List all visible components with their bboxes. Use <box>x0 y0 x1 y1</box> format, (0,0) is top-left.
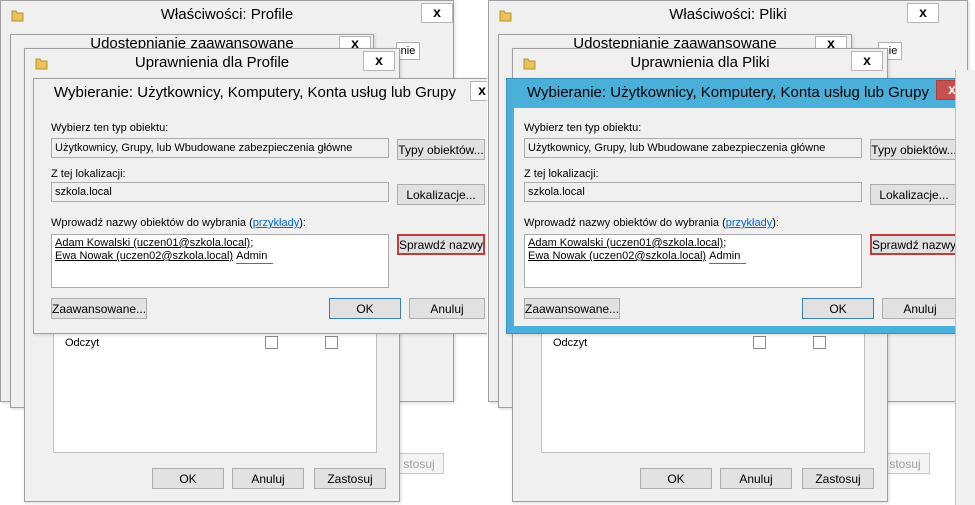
location-label: Z tej lokalizacji: <box>51 168 126 180</box>
chooser-title: Wybieranie: Użytkownicy, Komputery, Kont… <box>527 84 929 101</box>
right-panel: Właściwości: Pliki x Udostępnianie zaawa… <box>488 0 975 505</box>
permissions-title: Uprawnienia dla Pliki <box>630 54 770 71</box>
object-types-button[interactable]: Typy obiektów... <box>397 139 485 160</box>
advanced-button[interactable]: Zaawansowane... <box>51 298 147 319</box>
check-names-button[interactable]: Sprawdź nazwy <box>870 234 958 255</box>
object-type-label: Wybierz ten typ obiektu: <box>51 122 169 134</box>
cancel-button[interactable]: Anuluj <box>409 298 485 319</box>
advanced-button[interactable]: Zaawansowane... <box>524 298 620 319</box>
chooser-body: Wybierz ten typ obiektu: Użytkownicy, Gr… <box>41 108 485 326</box>
deny-checkbox[interactable] <box>325 336 338 349</box>
permissions-list <box>541 331 865 453</box>
window-edge <box>955 70 975 505</box>
resolved-entry: Adam Kowalski (uczen01@szkola.local) <box>55 237 251 249</box>
ok-button[interactable]: OK <box>640 468 712 489</box>
close-button[interactable]: x <box>907 3 939 23</box>
properties-title: Właściwości: Profile <box>160 6 294 23</box>
location-field: szkola.local <box>51 182 389 202</box>
close-icon: x <box>375 52 383 68</box>
close-icon: x <box>863 52 871 68</box>
close-icon: x <box>433 4 441 20</box>
locations-button[interactable]: Lokalizacje... <box>397 184 485 205</box>
apply-button-behind: stosuj <box>394 453 444 474</box>
location-label: Z tej lokalizacji: <box>524 168 599 180</box>
object-types-button[interactable]: Typy obiektów... <box>870 139 958 160</box>
close-button[interactable]: x <box>363 51 395 71</box>
names-label: Wprowadź nazwy obiektów do wybrania (prz… <box>524 217 779 229</box>
allow-checkbox[interactable] <box>265 336 278 349</box>
permissions-list <box>53 331 377 453</box>
check-names-button[interactable]: Sprawdź nazwy <box>397 234 485 255</box>
permission-label: Odczyt <box>65 337 100 349</box>
ok-button[interactable]: OK <box>802 298 874 319</box>
resolved-entry: Ewa Nowak (uczen02@szkola.local) <box>55 250 234 262</box>
close-icon: x <box>919 4 927 20</box>
close-button[interactable]: x <box>421 3 453 23</box>
deny-checkbox[interactable] <box>813 336 826 349</box>
examples-link[interactable]: przykłady <box>253 217 299 229</box>
unresolved-entry: Admin <box>236 250 274 264</box>
select-users-dialog: Wybieranie: Użytkownicy, Komputery, Kont… <box>33 78 487 334</box>
names-label: Wprowadź nazwy obiektów do wybrania (prz… <box>51 217 306 229</box>
close-button[interactable]: x <box>470 81 487 101</box>
close-icon: x <box>478 82 486 98</box>
close-button[interactable]: x <box>851 51 883 71</box>
names-input[interactable]: Adam Kowalski (uczen01@szkola.local); Ew… <box>524 234 862 288</box>
permission-label: Odczyt <box>553 337 588 349</box>
select-users-dialog: Wybieranie: Użytkownicy, Komputery, Kont… <box>506 78 968 334</box>
names-input[interactable]: Adam Kowalski (uczen01@szkola.local); Ew… <box>51 234 389 288</box>
object-type-label: Wybierz ten typ obiektu: <box>524 122 642 134</box>
allow-checkbox[interactable] <box>753 336 766 349</box>
ok-button[interactable]: OK <box>329 298 401 319</box>
location-field: szkola.local <box>524 182 862 202</box>
object-type-field: Użytkownicy, Grupy, lub Wbudowane zabezp… <box>524 138 862 158</box>
chooser-title: Wybieranie: Użytkownicy, Komputery, Kont… <box>54 84 456 101</box>
permissions-title: Uprawnienia dla Profile <box>134 54 290 71</box>
cancel-button[interactable]: Anuluj <box>232 468 304 489</box>
cancel-button[interactable]: Anuluj <box>882 298 958 319</box>
chooser-body: Wybierz ten typ obiektu: Użytkownicy, Gr… <box>514 108 958 326</box>
apply-button[interactable]: Zastosuj <box>314 468 386 489</box>
apply-button[interactable]: Zastosuj <box>802 468 874 489</box>
unresolved-entry: Admin <box>709 250 747 264</box>
properties-title: Właściwości: Pliki <box>669 6 787 23</box>
left-panel: Właściwości: Profile x Udostępnianie zaa… <box>0 0 487 505</box>
resolved-entry: Ewa Nowak (uczen02@szkola.local) <box>528 250 707 262</box>
cancel-button[interactable]: Anuluj <box>720 468 792 489</box>
resolved-entry: Adam Kowalski (uczen01@szkola.local) <box>528 237 724 249</box>
examples-link[interactable]: przykłady <box>726 217 772 229</box>
locations-button[interactable]: Lokalizacje... <box>870 184 958 205</box>
object-type-field: Użytkownicy, Grupy, lub Wbudowane zabezp… <box>51 138 389 158</box>
ok-button[interactable]: OK <box>152 468 224 489</box>
